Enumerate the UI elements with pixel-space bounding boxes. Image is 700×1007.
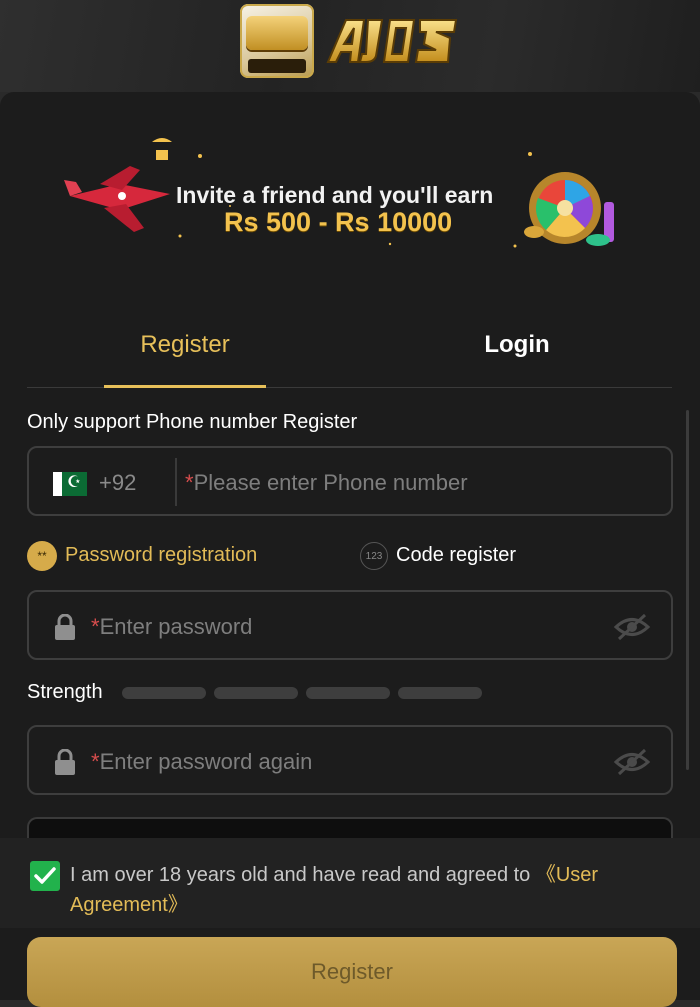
password-placeholder: Enter password [99,614,253,639]
password-registration-label: Password registration [65,544,258,566]
active-tab-indicator [104,385,266,388]
strength-bar-segment [398,687,482,699]
tab-login[interactable]: Login [434,330,600,370]
password-registration-option[interactable]: ** Password registration [27,540,258,571]
password-input[interactable]: *Enter password [91,614,252,640]
top-bar: ‹ [0,0,700,92]
confirm-password-placeholder: Enter password again [99,749,313,774]
lock-icon [55,614,75,640]
confirm-password-input[interactable]: *Enter password again [91,749,312,775]
phone-register-notice: Only support Phone number Register [27,411,358,433]
number-badge-icon: 123 [360,541,388,570]
phone-field-divider [175,458,177,506]
tab-register[interactable]: Register [104,330,266,370]
phone-field[interactable]: +92 *Please enter Phone number [27,446,673,516]
logo-mark [246,16,308,50]
strength-label: Strength [27,681,103,703]
eye-off-icon[interactable] [613,747,651,777]
required-mark: * [91,614,100,639]
app-wordmark-logo [326,19,458,63]
asterisk-badge-icon: ** [27,540,57,571]
required-mark: * [185,470,194,495]
lock-icon [55,749,75,775]
strength-bar-segment [214,687,298,699]
code-register-option[interactable]: 123 Code register [360,540,516,570]
agreement-statement: I am over 18 years old and have read and… [70,864,536,886]
eye-off-icon[interactable] [613,612,651,642]
banner-reward-range: Rs 500 - Rs 10000 [224,207,453,237]
airplane-icon [64,166,170,232]
password-field[interactable]: *Enter password [27,590,673,660]
country-code[interactable]: +92 [99,470,136,496]
strength-bar-segment [306,687,390,699]
agreement-text: I am over 18 years old and have read and… [70,860,680,920]
parachute-gift-icon [152,138,172,160]
code-register-label: Code register [396,544,517,566]
pakistan-flag-icon [53,472,87,496]
confirm-password-field[interactable]: *Enter password again [27,725,673,795]
form-scrollbar[interactable] [686,410,689,770]
phone-placeholder: Please enter Phone number [193,470,468,495]
prize-wheel-icon [524,172,614,246]
register-submit-button[interactable]: Register [27,937,677,1007]
banner-headline: Invite a friend and you'll earn [176,182,494,208]
agreement-checkbox[interactable] [30,861,60,891]
strength-bar-segment [122,687,206,699]
required-mark: * [91,749,100,774]
app-logo-tile [240,4,314,78]
back-arrow-icon[interactable]: ‹ [0,27,12,53]
phone-input[interactable]: *Please enter Phone number [185,470,468,496]
logo-band [248,59,306,73]
